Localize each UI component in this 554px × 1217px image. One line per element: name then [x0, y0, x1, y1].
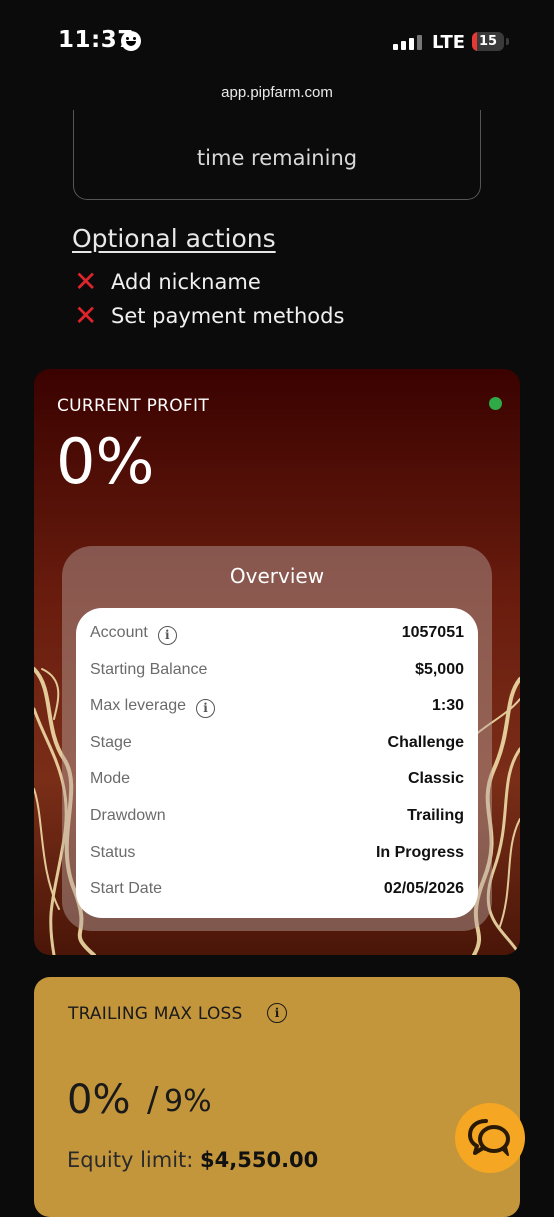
max-loss-limit: 9%: [164, 1084, 212, 1119]
max-loss-current: 0%: [67, 1077, 131, 1123]
info-icon[interactable]: i: [267, 1003, 287, 1023]
equity-limit-value: $4,550.00: [200, 1148, 319, 1172]
account-label: Account: [90, 624, 148, 641]
overview-row-drawdown: Drawdown Trailing: [90, 807, 464, 831]
status-label: Status: [90, 844, 136, 861]
drawdown-value: Trailing: [407, 807, 464, 824]
overview-details: Account i 1057051 Starting Balance $5,000…: [76, 608, 478, 918]
overview-row-stage: Stage Challenge: [90, 734, 464, 758]
overview-row-label: Account i: [90, 624, 177, 645]
chat-bubbles-icon: [468, 1119, 510, 1156]
cellular-signal-icon: [393, 35, 423, 50]
current-profit-label: CURRENT PROFIT: [57, 396, 210, 416]
info-icon[interactable]: i: [196, 699, 216, 718]
countdown-box: time remaining: [73, 110, 481, 200]
starting-balance-value: $5,000: [415, 661, 464, 678]
battery-icon: 15: [472, 32, 504, 51]
optional-action-item[interactable]: ✕ Set payment methods: [74, 299, 345, 332]
optional-action-label: Add nickname: [111, 270, 261, 294]
mode-value: Classic: [407, 770, 464, 787]
overview-row-start-date: Start Date 02/05/2026: [90, 880, 464, 904]
countdown-caption: time remaining: [196, 146, 358, 170]
current-profit-value: 0%: [56, 425, 155, 498]
overview-row-account: Account i 1057051: [90, 624, 464, 648]
mode-label: Mode: [90, 770, 131, 787]
smiley-icon: [121, 31, 141, 51]
battery-level: 15: [478, 34, 498, 49]
start-date-value: 02/05/2026: [383, 880, 464, 897]
cross-mark-icon: ✕: [74, 299, 98, 332]
status-bar: 11:37 LTE 15: [0, 0, 554, 80]
stage-value: Challenge: [387, 734, 464, 751]
stage-label: Stage: [90, 734, 132, 751]
optional-action-item[interactable]: ✕ Add nickname: [74, 265, 261, 298]
overview-panel: Overview Account i 1057051 Starting Balan…: [62, 546, 492, 931]
current-profit-card: CURRENT PROFIT 0% Overview Account i 1057…: [34, 369, 520, 955]
network-type: LTE: [432, 32, 466, 53]
status-value: In Progress: [375, 844, 464, 861]
battery-tip: [506, 38, 509, 45]
equity-limit-label: Equity limit:: [67, 1148, 194, 1172]
account-value: 1057051: [401, 624, 464, 641]
info-icon[interactable]: i: [157, 626, 177, 645]
max-loss-separator: /: [147, 1080, 159, 1120]
address-bar-url[interactable]: app.pipfarm.com: [0, 84, 554, 101]
overview-row-label: Max leverage i: [90, 697, 216, 718]
cross-mark-icon: ✕: [74, 265, 98, 298]
optional-actions-heading: Optional actions: [72, 224, 276, 253]
max-leverage-value: 1:30: [431, 697, 464, 714]
overview-row-status: Status In Progress: [90, 844, 464, 868]
optional-action-label: Set payment methods: [111, 304, 345, 328]
trailing-max-loss-card: TRAILING MAX LOSS i 0% / 9% Equity limit…: [34, 977, 520, 1217]
status-dot: [489, 397, 502, 410]
overview-row-max-leverage: Max leverage i 1:30: [90, 697, 464, 721]
chat-support-button[interactable]: [455, 1103, 525, 1173]
trailing-max-loss-title: TRAILING MAX LOSS: [68, 1004, 243, 1024]
equity-limit: Equity limit: $4,550.00: [67, 1148, 318, 1172]
starting-balance-label: Starting Balance: [90, 661, 208, 678]
start-date-label: Start Date: [90, 880, 163, 897]
drawdown-label: Drawdown: [90, 807, 166, 824]
overview-row-starting-balance: Starting Balance $5,000: [90, 661, 464, 685]
overview-title: Overview: [229, 564, 325, 588]
max-leverage-label: Max leverage: [90, 697, 187, 714]
overview-row-mode: Mode Classic: [90, 770, 464, 794]
